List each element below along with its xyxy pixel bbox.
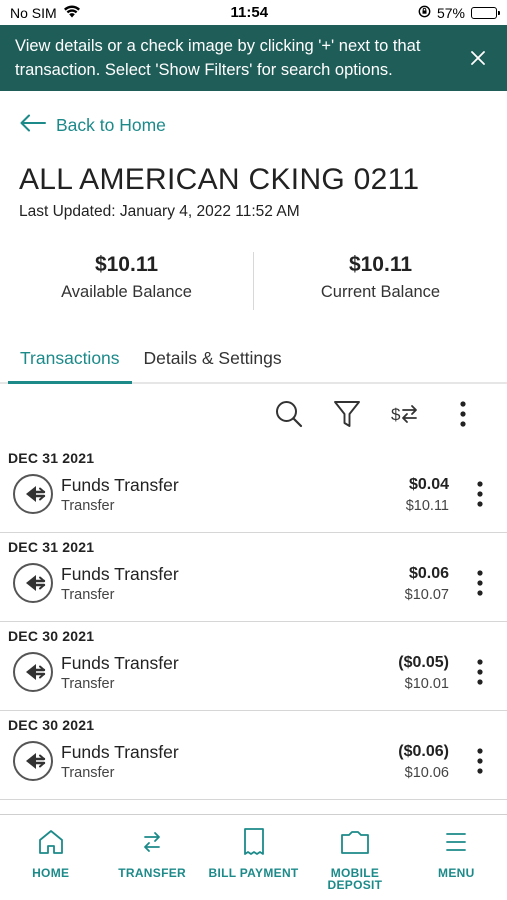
transaction-amount: ($0.06) [398,743,449,760]
bottom-nav: HOME TRANSFER BILL PAYMENT MOBILE DEPOSI… [0,814,507,900]
transaction-groups: DEC 31 2021 Funds Transfer Transfer $0.04 $1… [0,444,507,800]
transaction-date: DEC 30 2021 [8,717,95,733]
filter-icon[interactable] [318,394,376,434]
nav-bill-payment[interactable]: BILL PAYMENT [203,815,304,900]
nav-menu[interactable]: MENU [406,815,507,900]
funds-transfer-icon [13,474,53,514]
transaction-description: Funds Transfer [61,564,179,584]
nav-label: MOBILE DEPOSIT [327,866,383,892]
transaction-amounts: $0.04 $10.11 [406,474,449,514]
list-toolbar: $ [0,384,507,444]
transaction-main: Funds Transfer Transfer [61,563,405,603]
info-banner: View details or a check image by clickin… [0,25,507,91]
account-title: ALL AMERICAN CKING 0211 [19,163,420,196]
transaction-category: Transfer [61,676,115,692]
status-bar: No SIM 11:54 57% [0,0,507,25]
status-time: 11:54 [230,4,269,21]
balance-label: Current Balance [320,283,441,301]
nav-label: HOME [32,866,70,880]
battery-percent: 57% [436,4,465,21]
transaction-row[interactable]: Funds Transfer Transfer $0.04 $10.11 [13,471,507,517]
orientation-lock-icon [418,5,431,21]
more-vertical-icon[interactable] [463,563,497,603]
nav-label: TRANSFER [118,866,186,880]
transaction-category: Transfer [61,498,115,514]
transaction-amounts: ($0.06) $10.06 [398,741,449,781]
balance-label: Available Balance [61,283,192,301]
transaction-category: Transfer [61,587,115,603]
transaction-group: DEC 30 2021 Funds Transfer Transfer ($0.06)… [0,711,507,800]
transaction-group: DEC 31 2021 Funds Transfer Transfer $0.06 $1… [0,533,507,622]
tab-bar: Transactions Details & Settings [0,346,507,384]
home-icon [37,827,65,857]
banner-message: View details or a check image by clickin… [15,37,421,79]
transaction-date: DEC 30 2021 [8,628,95,644]
nav-label: MENU [438,866,475,880]
status-left: No SIM [10,5,81,21]
svg-text:$: $ [391,405,401,424]
current-balance: $10.11 Current Balance [254,252,507,312]
search-icon[interactable] [260,394,318,434]
more-vertical-icon[interactable] [434,394,492,434]
receipt-icon [242,827,266,857]
transaction-date: DEC 31 2021 [8,450,95,466]
transaction-group: DEC 31 2021 Funds Transfer Transfer $0.04 $1… [0,444,507,533]
wifi-icon [63,4,81,21]
funds-transfer-icon [13,563,53,603]
last-updated: Last Updated: January 4, 2022 11:52 AM [19,203,300,220]
transaction-row[interactable]: Funds Transfer Transfer ($0.05) $10.01 [13,649,507,695]
running-balance: $10.06 [404,765,449,781]
nav-home[interactable]: HOME [0,815,101,900]
tab-details-settings[interactable]: Details & Settings [132,346,294,384]
close-icon[interactable] [463,43,493,73]
back-link-label: Back to Home [56,114,166,135]
balances: $10.11 Available Balance $10.11 Current … [0,252,507,312]
tab-transactions[interactable]: Transactions [8,346,132,384]
funds-transfer-icon [13,652,53,692]
transaction-main: Funds Transfer Transfer [61,474,406,514]
back-to-home-link[interactable]: Back to Home [20,113,507,137]
balance-amount: $10.11 [348,253,413,276]
more-vertical-icon[interactable] [463,474,497,514]
running-balance: $10.11 [405,498,449,514]
balance-amount: $10.11 [94,253,159,276]
transaction-date: DEC 31 2021 [8,539,95,555]
transaction-amounts: $0.06 $10.07 [405,563,449,603]
folder-icon [340,827,370,857]
transfer-arrows-icon [140,827,164,857]
transactions-list: $ DEC 31 2021 Funds Transfer Transfer $0.04… [0,384,507,800]
arrow-left-icon [20,114,46,137]
money-transfer-icon[interactable]: $ [376,394,434,434]
available-balance: $10.11 Available Balance [0,252,253,312]
transaction-description: Funds Transfer [61,653,179,673]
transaction-description: Funds Transfer [61,475,179,495]
transaction-description: Funds Transfer [61,742,179,762]
transaction-main: Funds Transfer Transfer [61,741,398,781]
transaction-amount: $0.04 [408,476,449,493]
transaction-row[interactable]: Funds Transfer Transfer ($0.06) $10.06 [13,738,507,784]
nav-transfer[interactable]: TRANSFER [101,815,202,900]
transaction-row[interactable]: Funds Transfer Transfer $0.06 $10.07 [13,560,507,606]
battery-icon [470,6,500,19]
nav-label: BILL PAYMENT [208,866,299,880]
transaction-amount: $0.06 [408,565,449,582]
hamburger-menu-icon [444,827,468,857]
transaction-amount: ($0.05) [398,654,449,671]
transaction-amounts: ($0.05) $10.01 [398,652,449,692]
more-vertical-icon[interactable] [463,741,497,781]
transaction-main: Funds Transfer Transfer [61,652,398,692]
running-balance: $10.07 [404,587,449,603]
carrier-label: No SIM [10,4,57,21]
nav-mobile-deposit[interactable]: MOBILE DEPOSIT [304,815,405,900]
status-right: 57% [418,4,500,21]
funds-transfer-icon [13,741,53,781]
transaction-group: DEC 30 2021 Funds Transfer Transfer ($0.05)… [0,622,507,711]
transaction-category: Transfer [61,765,115,781]
running-balance: $10.01 [404,676,449,692]
more-vertical-icon[interactable] [463,652,497,692]
